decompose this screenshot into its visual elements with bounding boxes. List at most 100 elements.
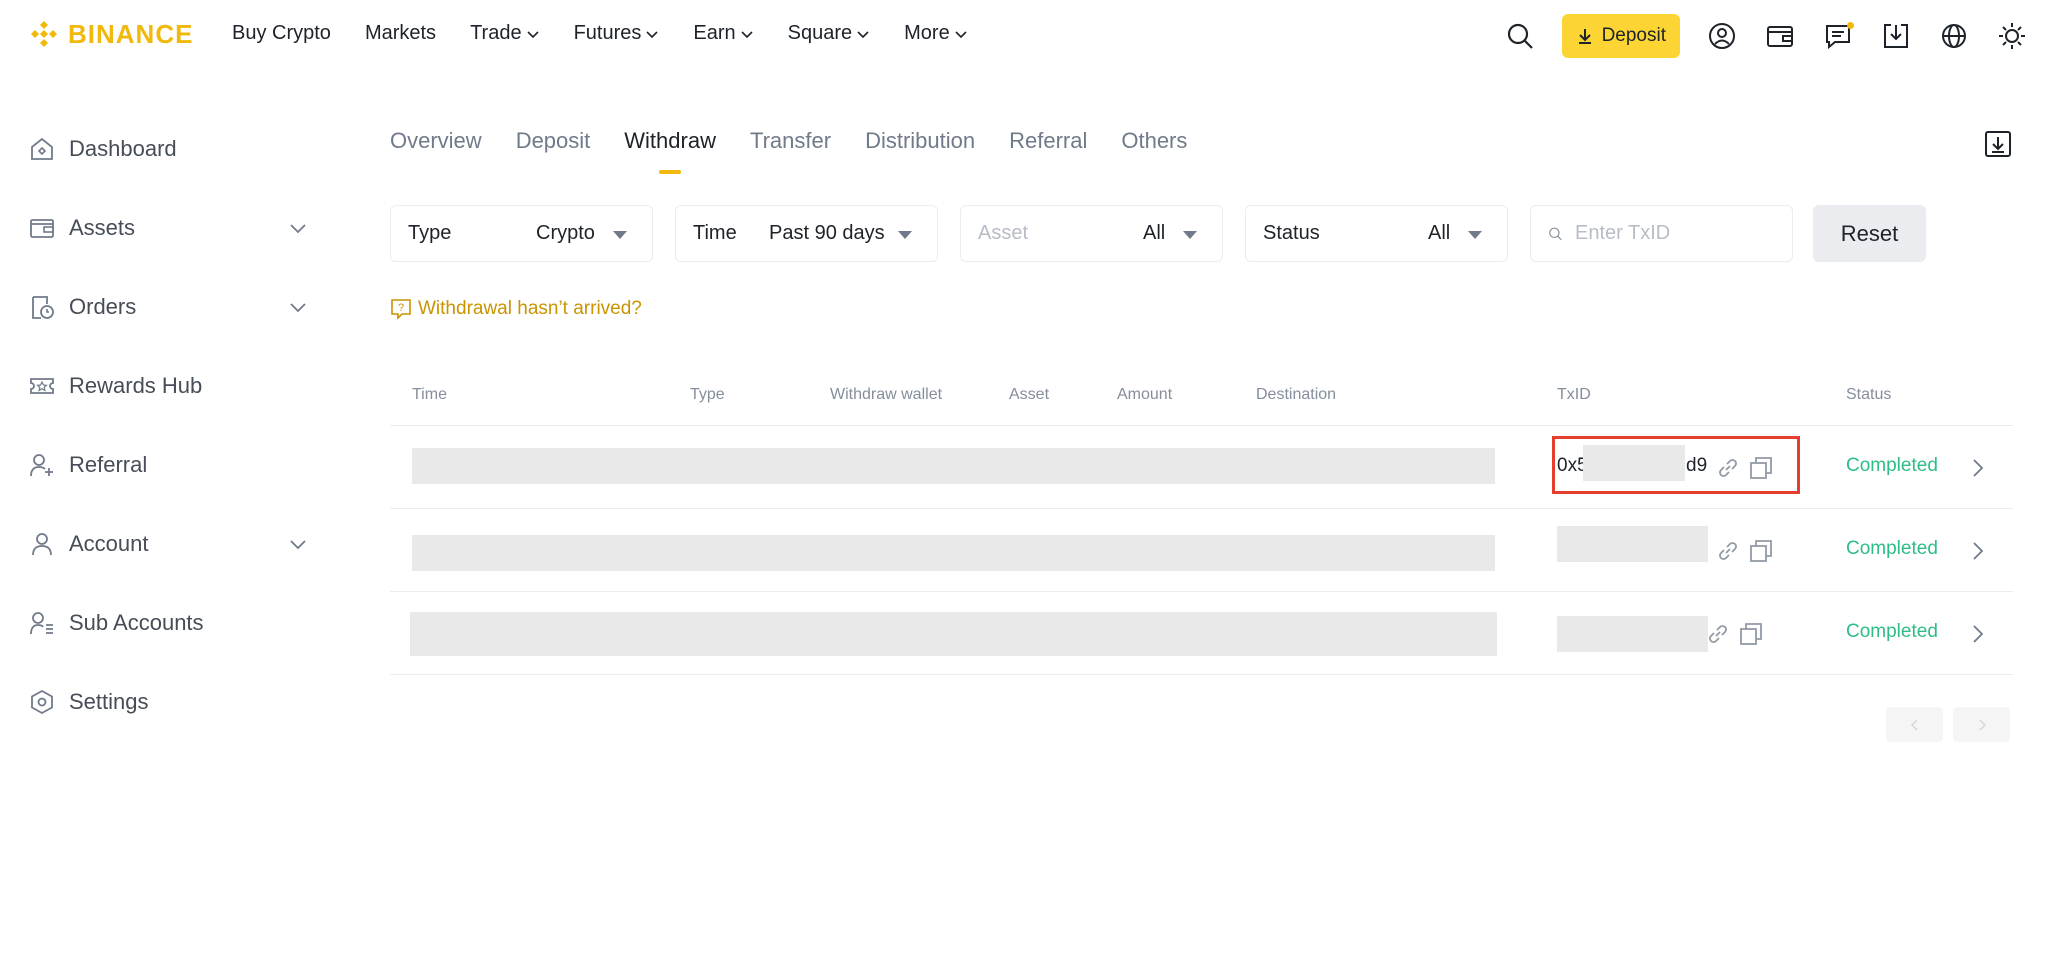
previous-page-button[interactable] [1886, 707, 1943, 742]
table-row[interactable]: Completed [390, 592, 2013, 675]
chevron-right-icon[interactable] [1967, 540, 1989, 562]
nav-earn[interactable]: Earn [693, 22, 753, 45]
filter-value: Crypto [536, 222, 595, 244]
copy-icon[interactable] [1748, 538, 1774, 564]
sidebar-item-orders[interactable]: Orders [28, 287, 318, 327]
messages-button[interactable] [1822, 20, 1854, 52]
sidebar-item-dashboard[interactable]: Dashboard [28, 129, 318, 169]
tab-referral[interactable]: Referral [1009, 128, 1087, 172]
sidebar-item-label: Orders [69, 294, 137, 319]
language-button[interactable] [1938, 20, 1970, 52]
chevron-down-icon[interactable] [288, 297, 308, 317]
sidebar-item-sub-accounts[interactable]: Sub Accounts [28, 603, 318, 643]
chevron-right-icon[interactable] [1967, 623, 1989, 645]
table-row[interactable]: Completed [390, 509, 2013, 592]
tab-overview[interactable]: Overview [390, 128, 482, 172]
chevron-down-icon[interactable] [288, 534, 308, 554]
nav-more[interactable]: More [904, 22, 968, 45]
download-app-icon [1884, 24, 1908, 48]
theme-sun-icon [1999, 23, 2025, 49]
chevron-down-icon [955, 30, 967, 38]
filter-label: Time [693, 222, 737, 244]
sidebar-item-label: Account [69, 531, 149, 556]
txid-search-field[interactable] [1530, 205, 1793, 262]
link-icon[interactable] [1705, 621, 1731, 647]
notification-dot [1847, 22, 1854, 29]
download-arrow-icon [1578, 29, 1591, 44]
nav-square[interactable]: Square [788, 22, 871, 45]
caret-down-icon [1183, 231, 1197, 239]
chevron-right-icon[interactable] [1967, 457, 1989, 479]
sidebar-item-label: Rewards Hub [69, 373, 203, 398]
tab-deposit[interactable]: Deposit [516, 128, 591, 172]
table-header: Time Type Withdraw wallet Asset Amount D… [390, 382, 2013, 426]
redacted-row-details [410, 612, 1497, 656]
sidebar-item-account[interactable]: Account [28, 524, 318, 564]
redacted-txid [1557, 616, 1708, 652]
brand-name: BINANCE [68, 18, 194, 49]
search-icon [1549, 227, 1562, 240]
filter-label: Type [408, 222, 452, 244]
txid-search-input[interactable] [1575, 222, 1775, 245]
nav-label: Trade [470, 22, 522, 44]
nav-label: Earn [693, 22, 736, 44]
column-header-type: Type [690, 386, 725, 403]
reset-button[interactable]: Reset [1813, 205, 1926, 262]
next-page-button[interactable] [1953, 707, 2010, 742]
redacted-row-details [412, 535, 1495, 571]
binance-logo[interactable]: BINANCE [28, 18, 193, 50]
nav-futures[interactable]: Futures [574, 22, 660, 45]
theme-toggle[interactable] [1996, 20, 2028, 52]
copy-icon[interactable] [1738, 621, 1764, 647]
search-button[interactable] [1504, 20, 1536, 52]
tab-others[interactable]: Others [1121, 128, 1187, 172]
binance-logo-icon [31, 21, 57, 47]
nav-label: More [904, 22, 950, 44]
user-icon [28, 530, 56, 558]
sidebar-item-label: Assets [69, 215, 136, 240]
sidebar-item-referral[interactable]: Referral [28, 445, 318, 485]
profile-button[interactable] [1706, 20, 1738, 52]
time-filter[interactable]: Time Past 90 days [675, 205, 938, 262]
asset-filter[interactable]: Asset All [960, 205, 1223, 262]
main-nav: Buy Crypto Markets Trade Futures Earn Sq… [232, 22, 968, 45]
filter-value: Past 90 days [769, 222, 885, 244]
export-download-icon[interactable] [1983, 129, 2013, 159]
help-question-icon: ? [391, 299, 411, 320]
column-header-time: Time [412, 386, 447, 403]
deposit-button[interactable]: Deposit [1561, 14, 1680, 58]
sidebar-item-rewards-hub[interactable]: Rewards Hub [28, 366, 318, 406]
sidebar-item-label: Dashboard [69, 136, 177, 161]
status-filter[interactable]: Status All [1245, 205, 1508, 262]
type-filter[interactable]: Type Crypto [390, 205, 653, 262]
chevron-down-icon[interactable] [288, 218, 308, 238]
tab-withdraw[interactable]: Withdraw [624, 128, 716, 172]
nav-actions: Deposit [1504, 14, 2028, 58]
filter-label: Status [1263, 222, 1320, 244]
txid-highlight-box [1552, 436, 1800, 494]
help-link-text: Withdrawal hasn’t arrived? [418, 298, 642, 319]
link-icon[interactable] [1715, 538, 1741, 564]
download-app-button[interactable] [1880, 20, 1912, 52]
top-navbar: BINANCE Buy Crypto Markets Trade Futures… [0, 0, 2048, 72]
ticket-icon [28, 372, 56, 400]
nav-markets[interactable]: Markets [365, 22, 436, 45]
wallet-button[interactable] [1764, 20, 1796, 52]
chevron-right-icon [1978, 718, 1986, 731]
redacted-row-details [412, 448, 1495, 484]
sidebar-item-settings[interactable]: Settings [28, 682, 318, 722]
sidebar-item-assets[interactable]: Assets [28, 208, 318, 248]
nav-label: Markets [364, 22, 437, 44]
withdrawal-help-link[interactable]: ? Withdrawal hasn’t arrived? [390, 298, 642, 320]
chevron-down-icon [646, 30, 658, 38]
column-header-destination: Destination [1256, 386, 1337, 403]
column-header-withdraw-wallet: Withdraw wallet [830, 386, 943, 403]
tab-distribution[interactable]: Distribution [865, 128, 975, 172]
nav-label: Square [787, 22, 853, 44]
tab-transfer[interactable]: Transfer [750, 128, 831, 172]
nav-trade[interactable]: Trade [470, 22, 540, 45]
settings-hex-icon [28, 688, 56, 716]
column-header-asset: Asset [1009, 386, 1050, 403]
user-list-icon [28, 609, 56, 637]
nav-buy-crypto[interactable]: Buy Crypto [232, 22, 331, 45]
